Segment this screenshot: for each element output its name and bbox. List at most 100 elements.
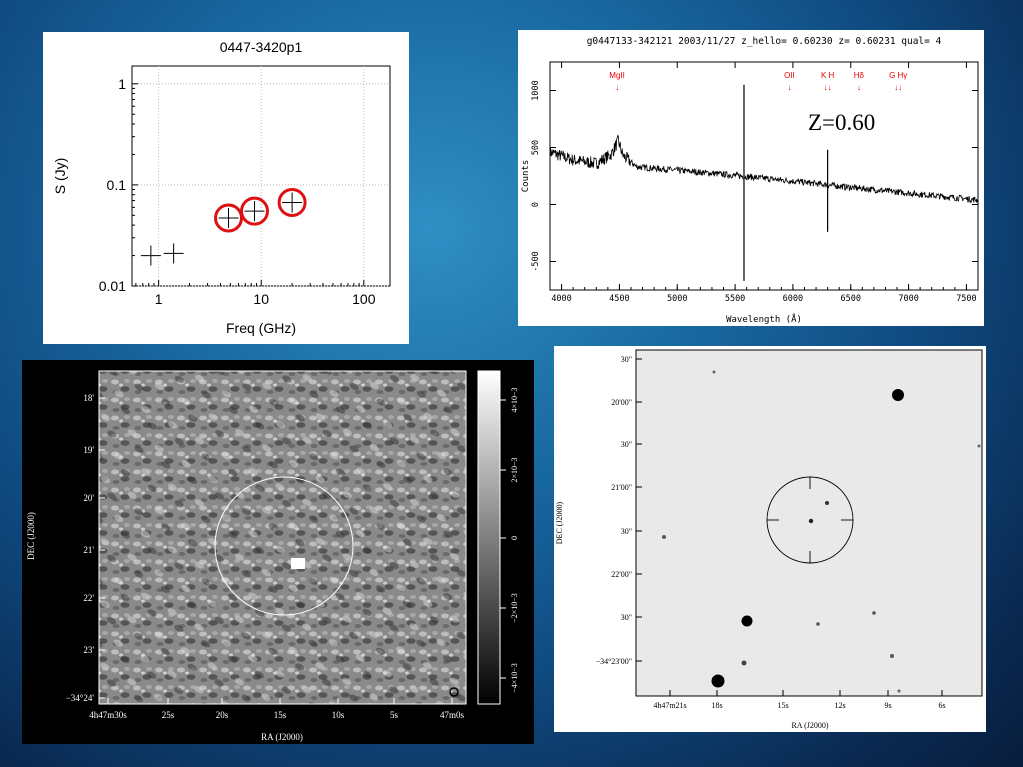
sed-ytick-label: 0.1 bbox=[107, 177, 127, 193]
optical-xtick-label: 12s bbox=[834, 701, 845, 710]
radio-xtick-label: 20s bbox=[216, 710, 229, 720]
sed-point bbox=[140, 245, 161, 266]
spectrum-ylabel: Counts bbox=[521, 160, 531, 193]
star bbox=[825, 501, 829, 505]
optical-ytick-label: −34°23'00" bbox=[596, 657, 632, 666]
spectrum-xlabel: Wavelength (Å) bbox=[726, 313, 802, 325]
spectrum-ytick-label: 500 bbox=[531, 140, 541, 155]
spectrum-ticks: 4000 4500 5000 5500 6000 6500 7000 7500 -500 0 500… bbox=[531, 62, 979, 304]
sed-title: 0447-3420p1 bbox=[220, 39, 303, 55]
redshift-annotation: Z=0.60 bbox=[808, 110, 875, 135]
optical-image bbox=[635, 349, 983, 697]
colorbar-tick-label: −4×10−3 bbox=[510, 663, 519, 693]
optical-ytick-label: 20'00" bbox=[611, 398, 632, 407]
optical-ytick-label: 30" bbox=[621, 613, 632, 622]
optical-xtick-label: 6s bbox=[938, 701, 945, 710]
optical-xtick-label: 9s bbox=[884, 701, 891, 710]
sed-xtick-label: 10 bbox=[253, 291, 269, 307]
optical-field: 4h47m21s 18s 15s 12s 9s 6s 30" 20'00" 30" 21'00" 3… bbox=[555, 349, 983, 730]
spectrum-xtick-label: 5000 bbox=[667, 294, 687, 304]
radio-source bbox=[291, 558, 305, 569]
spectrum-line-arrow: ↓↓ bbox=[824, 83, 832, 92]
sed-point bbox=[277, 187, 307, 217]
sed-chart: 1 10 100 1 0.1 0.01 0447-3420p1 Freq (GHz) S … bbox=[52, 39, 391, 336]
colorbar-tick-label: 0 bbox=[510, 536, 519, 540]
star bbox=[741, 660, 747, 666]
spectrum-xtick-label: 7500 bbox=[956, 294, 976, 304]
sed-point bbox=[240, 196, 270, 226]
spectrum-xtick-label: 6500 bbox=[841, 294, 861, 304]
spectrum-xtick-label: 4000 bbox=[551, 294, 571, 304]
optical-ytick-label: 21'00" bbox=[611, 483, 632, 492]
sed-xtick-label: 100 bbox=[352, 291, 376, 307]
star bbox=[977, 444, 981, 448]
spectrum-ytick-label: 0 bbox=[531, 202, 541, 207]
spectrum-line-label: Hδ bbox=[854, 71, 865, 80]
spectrum-ytick-label: -500 bbox=[531, 251, 541, 271]
sed-point bbox=[214, 203, 244, 233]
star bbox=[816, 622, 820, 626]
sed-panel: 1 10 100 1 0.1 0.01 0447-3420p1 Freq (GHz) S … bbox=[43, 32, 409, 344]
spectrum-xtick-label: 5500 bbox=[725, 294, 745, 304]
colorbar-tick-label: −2×10−3 bbox=[510, 593, 519, 623]
spectrum-line-label: MgII bbox=[609, 71, 625, 80]
star bbox=[892, 389, 904, 401]
sed-ylabel: S (Jy) bbox=[52, 158, 68, 195]
optical-ytick-label: 30" bbox=[621, 527, 632, 536]
spectrum-title: g0447133-342121 2003/11/27 z_hello= 0.60… bbox=[587, 36, 942, 47]
star bbox=[711, 674, 725, 688]
sed-ytick-label: 0.01 bbox=[99, 278, 126, 294]
optical-target bbox=[808, 518, 814, 524]
spectrum-ytick-label: 1000 bbox=[531, 80, 541, 100]
optical-xtick-label: 18s bbox=[711, 701, 722, 710]
sed-point bbox=[163, 243, 184, 264]
radio-xtick-label: 15s bbox=[274, 710, 287, 720]
optical-ytick-label: 30" bbox=[621, 355, 632, 364]
optical-ylabel: DEC (J2000) bbox=[555, 501, 564, 544]
spectrum-frame bbox=[549, 61, 979, 291]
spectrum-trace bbox=[549, 134, 979, 204]
radio-ytick-label: 21' bbox=[83, 545, 94, 555]
star bbox=[890, 654, 894, 658]
spectrum-line-arrow: ↓↓ bbox=[894, 83, 902, 92]
star bbox=[712, 370, 716, 374]
spectrum-line-label: K H bbox=[821, 71, 835, 80]
radio-ytick-label: 19' bbox=[83, 445, 94, 455]
sed-xtick-label: 1 bbox=[155, 291, 163, 307]
radio-xtick-label: 25s bbox=[162, 710, 175, 720]
spectrum-line-label: G Hγ bbox=[889, 71, 907, 80]
optical-xlabel: RA (J2000) bbox=[791, 721, 828, 730]
colorbar-tick-label: 2×10−3 bbox=[510, 457, 519, 482]
star bbox=[741, 615, 753, 627]
radio-ytick-label: 23' bbox=[83, 645, 94, 655]
spectrum-xtick-label: 7000 bbox=[898, 294, 918, 304]
colorbar-tick-label: 4×10−3 bbox=[510, 387, 519, 412]
optical-ytick-label: 22'00" bbox=[611, 570, 632, 579]
sed-ytick-label: 1 bbox=[118, 76, 126, 92]
radio-colorbar bbox=[477, 370, 501, 705]
radio-map: 4h47m30s 25s 20s 15s 10s 5s 47m0s 18' 19' 20' 21' 2… bbox=[26, 370, 519, 742]
spectrum-panel: 4000 4500 5000 5500 6000 6500 7000 7500 -500 0 500… bbox=[518, 30, 984, 326]
radio-xtick-label: 5s bbox=[390, 710, 399, 720]
spectrum-xtick-label: 6000 bbox=[783, 294, 803, 304]
star bbox=[662, 535, 666, 539]
spectrum-line-arrow: ↓ bbox=[857, 83, 861, 92]
radio-xlabel: RA (J2000) bbox=[261, 732, 303, 742]
spectrum-chart: 4000 4500 5000 5500 6000 6500 7000 7500 -500 0 500… bbox=[521, 36, 979, 325]
sed-ticks: 1 10 100 1 0.1 0.01 bbox=[99, 76, 376, 307]
radio-ytick-label: −34°24' bbox=[66, 693, 95, 703]
optical-ytick-label: 30" bbox=[621, 440, 632, 449]
radio-xtick-label: 4h47m30s bbox=[89, 710, 127, 720]
radio-map-panel: 4h47m30s 25s 20s 15s 10s 5s 47m0s 18' 19' 20' 21' 2… bbox=[22, 360, 534, 744]
optical-field-panel: 4h47m21s 18s 15s 12s 9s 6s 30" 20'00" 30" 21'00" 3… bbox=[554, 346, 986, 732]
sed-xlabel: Freq (GHz) bbox=[226, 320, 296, 336]
radio-xtick-label: 47m0s bbox=[440, 710, 465, 720]
radio-ytick-label: 22' bbox=[83, 593, 94, 603]
star bbox=[897, 689, 901, 693]
radio-xtick-label: 10s bbox=[332, 710, 345, 720]
spectrum-line-label: OII bbox=[784, 71, 795, 80]
spectrum-xtick-label: 4500 bbox=[609, 294, 629, 304]
optical-xtick-label: 4h47m21s bbox=[653, 701, 686, 710]
radio-image-texture bbox=[99, 371, 466, 704]
spectrum-line-ids: MgII ↓ OII ↓ K H ↓↓ Hδ ↓ G Hγ ↓↓ bbox=[609, 71, 907, 92]
